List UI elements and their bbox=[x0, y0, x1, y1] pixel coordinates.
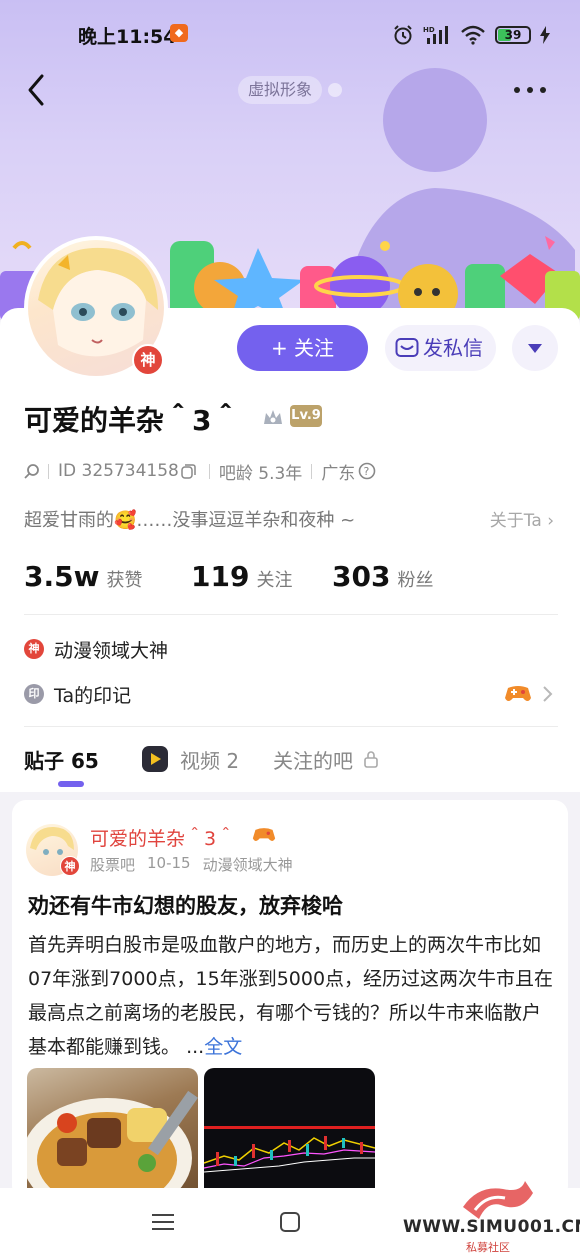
post-body-text: 首先弄明白股市是吸血散户的地方，而历史上的两次牛市比如07年涨到7000点，15… bbox=[28, 934, 554, 1058]
stats-row: 3.5w 获赞 119 关注 303 粉丝 bbox=[24, 560, 433, 593]
app-notification-icon: ◆ bbox=[170, 24, 188, 42]
god-badge: 神 bbox=[132, 344, 164, 376]
tab-videos[interactable]: 视频 2 bbox=[142, 745, 273, 774]
food-photo-icon bbox=[27, 1090, 198, 1200]
gamepad-icon bbox=[505, 686, 531, 701]
stat-value: 303 bbox=[332, 560, 391, 593]
status-icons: HD 39 bbox=[392, 22, 550, 48]
post-date: 10-15 bbox=[147, 854, 191, 872]
active-tab-indicator bbox=[58, 781, 84, 787]
god-domain-row[interactable]: 神 动漫领域大神 bbox=[24, 636, 168, 662]
god-domain-label: 动漫领域大神 bbox=[54, 639, 169, 662]
stat-fans[interactable]: 303 粉丝 bbox=[332, 560, 433, 593]
about-label: 关于Ta bbox=[489, 511, 542, 531]
watermark-sub: 私募社区 bbox=[466, 1241, 510, 1254]
post-card[interactable]: 神 可爱的羊杂＾3＾ 股票吧 10-15 动漫领域大神 劝还有牛市幻想的股友，放… bbox=[12, 800, 568, 1200]
region: 广东 bbox=[321, 463, 356, 484]
home-icon[interactable] bbox=[280, 1212, 300, 1232]
message-button[interactable]: 发私信 bbox=[385, 325, 496, 371]
back-icon[interactable] bbox=[22, 72, 52, 108]
alarm-icon bbox=[394, 25, 412, 45]
copy-icon[interactable] bbox=[181, 463, 196, 479]
virtual-avatar-label[interactable]: 虚拟形象 bbox=[238, 76, 323, 104]
lock-icon bbox=[364, 751, 378, 768]
imprint-row[interactable]: 印 Ta的印记 bbox=[24, 681, 131, 707]
post-image-stock-chart[interactable] bbox=[204, 1068, 375, 1200]
more-options-icon[interactable] bbox=[514, 84, 550, 96]
about-link[interactable]: 关于Ta › bbox=[490, 506, 554, 531]
tab-posts[interactable]: 贴子 65 bbox=[24, 745, 142, 774]
profile-tabs: 贴子 65 视频 2 关注的吧 bbox=[24, 744, 379, 774]
stat-label: 获赞 bbox=[106, 570, 143, 591]
stock-chart-icon bbox=[204, 1126, 375, 1173]
stat-likes[interactable]: 3.5w 获赞 bbox=[24, 560, 191, 593]
video-icon bbox=[142, 746, 168, 772]
battery-icon: 39 bbox=[495, 26, 531, 44]
imprint-icon: 印 bbox=[24, 684, 44, 704]
help-icon[interactable]: ? bbox=[358, 462, 376, 480]
search-icon bbox=[24, 464, 39, 479]
status-time: 晚上11:54 bbox=[78, 26, 177, 48]
tab-videos-label: 视频 2 bbox=[180, 748, 240, 773]
watermark-site: WWW.SIMU001.CN bbox=[403, 1217, 580, 1237]
post-god-badge: 神 bbox=[60, 856, 80, 876]
level-badge: Lv.9 bbox=[290, 405, 322, 427]
user-id: ID 325734158 bbox=[58, 461, 179, 481]
caret-down-icon bbox=[528, 344, 542, 353]
bio: 超爱甘雨的🥰……没事逗逗羊杂和夜种 ~ bbox=[24, 510, 356, 531]
status-bar: 晚上11:54 ◆ HD 39 bbox=[0, 18, 580, 52]
message-button-label: 发私信 bbox=[423, 336, 483, 360]
profile-card bbox=[0, 308, 580, 792]
chevron-right-icon: › bbox=[547, 511, 554, 531]
svg-text:?: ? bbox=[364, 465, 370, 478]
post-bar[interactable]: 股票吧 bbox=[90, 854, 135, 875]
post-author-tag: 动漫领域大神 bbox=[202, 856, 293, 874]
post-title: 劝还有牛市幻想的股友，放弃梭哈 bbox=[28, 894, 343, 918]
tab-followed-bars-label: 关注的吧 bbox=[273, 748, 353, 773]
dropdown-button[interactable] bbox=[512, 325, 558, 371]
mail-icon bbox=[395, 338, 419, 357]
gamepad-icon bbox=[252, 828, 276, 841]
post-ellipsis: ... bbox=[186, 1036, 205, 1058]
imprint-label: Ta的印记 bbox=[54, 684, 132, 707]
follow-button[interactable]: + 关注 bbox=[237, 325, 368, 371]
stat-value: 3.5w bbox=[24, 560, 100, 593]
bar-age: 吧龄 5.3年 bbox=[218, 463, 303, 484]
virtual-avatar-toggle[interactable] bbox=[328, 83, 342, 97]
stat-value: 119 bbox=[191, 560, 250, 593]
crown-icon bbox=[264, 410, 282, 424]
battery-level: 39 bbox=[504, 28, 522, 42]
chevron-right-icon[interactable] bbox=[541, 685, 553, 703]
post-image-food[interactable] bbox=[27, 1068, 198, 1200]
divider bbox=[24, 726, 558, 727]
tab-posts-label: 贴子 65 bbox=[24, 748, 99, 773]
post-body: 首先弄明白股市是吸血散户的地方，而历史上的两次牛市比如07年涨到7000点，15… bbox=[28, 928, 556, 1064]
god-domain-icon: 神 bbox=[24, 639, 44, 659]
wifi-icon bbox=[461, 25, 485, 45]
post-author-name[interactable]: 可爱的羊杂＾3＾ bbox=[90, 824, 235, 851]
signal-icon: HD bbox=[423, 26, 448, 44]
username: 可爱的羊杂＾3＾ bbox=[24, 404, 240, 437]
charging-icon bbox=[540, 26, 550, 44]
profile-meta: ID 325734158 吧龄 5.3年 广东 ? bbox=[24, 459, 380, 484]
menu-icon[interactable] bbox=[152, 1214, 174, 1230]
stat-label: 粉丝 bbox=[397, 570, 434, 591]
tab-followed-bars[interactable]: 关注的吧 bbox=[273, 745, 379, 774]
divider bbox=[24, 614, 558, 615]
svg-text:HD: HD bbox=[423, 26, 435, 34]
full-text-link[interactable]: 全文 bbox=[204, 1036, 242, 1058]
stat-following[interactable]: 119 关注 bbox=[191, 560, 332, 593]
post-meta: 股票吧 10-15 动漫领域大神 bbox=[90, 854, 293, 875]
stat-label: 关注 bbox=[256, 570, 293, 591]
